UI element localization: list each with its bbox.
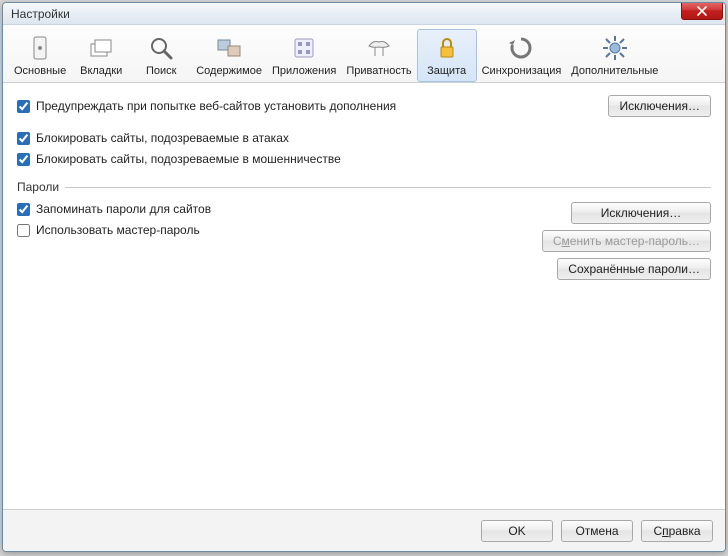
- tab-general[interactable]: Основные: [9, 29, 71, 82]
- privacy-icon: [363, 32, 395, 64]
- cancel-button[interactable]: Отмена: [561, 520, 633, 542]
- warn-addons-checkbox[interactable]: [17, 100, 30, 113]
- tab-content[interactable]: Содержимое: [191, 29, 267, 82]
- settings-window: Настройки Основные Вкладки Поиск: [2, 2, 726, 552]
- block-attacks-label: Блокировать сайты, подозреваемые в атака…: [36, 131, 289, 145]
- close-button[interactable]: [681, 2, 723, 20]
- passwords-section-divider: Пароли: [17, 180, 711, 194]
- help-button[interactable]: Справка: [641, 520, 713, 542]
- tab-sync-label: Синхронизация: [482, 65, 562, 77]
- block-attacks-checkbox[interactable]: [17, 132, 30, 145]
- tab-tabs-label: Вкладки: [80, 65, 122, 77]
- passwords-section-label: Пароли: [17, 180, 59, 194]
- content-icon: [213, 32, 245, 64]
- tab-security-label: Защита: [427, 65, 466, 77]
- tab-tabs[interactable]: Вкладки: [71, 29, 131, 82]
- tab-general-label: Основные: [14, 65, 66, 77]
- block-fraud-checkbox[interactable]: [17, 153, 30, 166]
- tabs-icon: [85, 32, 117, 64]
- general-icon: [24, 32, 56, 64]
- addons-exceptions-button[interactable]: Исключения…: [608, 95, 711, 117]
- tab-privacy[interactable]: Приватность: [341, 29, 416, 82]
- remember-passwords-checkbox[interactable]: [17, 203, 30, 216]
- tab-security[interactable]: Защита: [417, 29, 477, 82]
- tab-applications[interactable]: Приложения: [267, 29, 341, 82]
- window-title: Настройки: [11, 7, 70, 21]
- saved-passwords-button[interactable]: Сохранённые пароли…: [557, 258, 711, 280]
- content-pane: Предупреждать при попытке веб-сайтов уст…: [3, 83, 725, 509]
- applications-icon: [288, 32, 320, 64]
- passwords-exceptions-button[interactable]: Исключения…: [571, 202, 711, 224]
- tab-advanced-label: Дополнительные: [571, 65, 658, 77]
- dialog-footer: OK Отмена Справка: [3, 509, 725, 551]
- ok-button[interactable]: OK: [481, 520, 553, 542]
- titlebar: Настройки: [3, 3, 725, 25]
- tab-search-label: Поиск: [146, 65, 176, 77]
- toolbar: Основные Вкладки Поиск Содержимое: [3, 25, 725, 83]
- tab-search[interactable]: Поиск: [131, 29, 191, 82]
- sync-icon: [505, 32, 537, 64]
- advanced-icon: [599, 32, 631, 64]
- master-password-label: Использовать мастер-пароль: [36, 223, 200, 237]
- warn-addons-label: Предупреждать при попытке веб-сайтов уст…: [36, 99, 396, 113]
- tab-advanced[interactable]: Дополнительные: [566, 29, 663, 82]
- search-icon: [145, 32, 177, 64]
- tab-privacy-label: Приватность: [346, 65, 411, 77]
- tab-sync[interactable]: Синхронизация: [477, 29, 567, 82]
- tab-content-label: Содержимое: [196, 65, 262, 77]
- master-password-checkbox[interactable]: [17, 224, 30, 237]
- tab-applications-label: Приложения: [272, 65, 336, 77]
- block-fraud-label: Блокировать сайты, подозреваемые в мошен…: [36, 152, 341, 166]
- close-icon: [697, 6, 707, 16]
- change-master-password-button: Сменить мастер-пароль…: [542, 230, 711, 252]
- remember-passwords-label: Запоминать пароли для сайтов: [36, 202, 211, 216]
- security-icon: [431, 32, 463, 64]
